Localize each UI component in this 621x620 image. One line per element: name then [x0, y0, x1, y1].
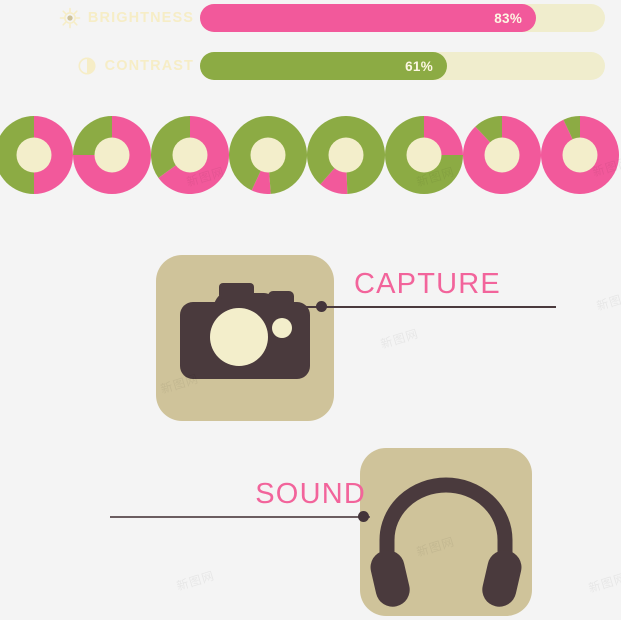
slider-row-contrast: CONTRAST 61% — [0, 50, 621, 82]
capture-callout-line — [306, 306, 556, 308]
capture-label: CAPTURE — [354, 268, 501, 300]
brightness-slider-fill[interactable]: 83% — [200, 4, 537, 32]
watermark: 新图网 — [594, 288, 621, 314]
watermark: 新图网 — [378, 326, 421, 352]
donut-4 — [229, 116, 307, 194]
donut-5 — [307, 115, 385, 194]
donut-8 — [541, 116, 619, 194]
brightness-label-group: BRIGHTNESS — [0, 7, 200, 29]
donut-6 — [385, 116, 463, 194]
capture-callout: CAPTURE — [306, 268, 556, 312]
sound-callout-line — [110, 516, 370, 518]
brightness-value: 83% — [494, 10, 523, 26]
contrast-slider-track[interactable]: 61% — [200, 52, 605, 80]
sound-callout-dot — [358, 511, 369, 522]
watermark: 新图网 — [174, 568, 217, 594]
sound-callout: SOUND — [110, 478, 370, 522]
contrast-label: CONTRAST — [104, 58, 194, 74]
brightness-slider-track[interactable]: 83% — [200, 4, 605, 32]
donut-7 — [463, 116, 541, 194]
slider-row-brightness: BRIGHTNESS 83% — [0, 2, 621, 34]
headphones-icon — [370, 477, 522, 607]
donut-1 — [0, 116, 73, 194]
donut-3 — [151, 116, 229, 194]
contrast-value: 61% — [405, 58, 434, 74]
contrast-label-group: CONTRAST — [0, 55, 200, 77]
watermark: 新图网 — [586, 570, 621, 596]
brightness-label: BRIGHTNESS — [87, 10, 194, 26]
contrast-icon — [78, 57, 96, 75]
sound-icon-card[interactable] — [360, 448, 532, 616]
sun-icon — [59, 7, 81, 29]
sound-label: SOUND — [255, 478, 366, 510]
infographic-canvas: BRIGHTNESS 83% CONTRAST 61% CAPTURE SOUN… — [0, 0, 621, 620]
donut-2 — [73, 116, 151, 194]
capture-callout-dot — [316, 301, 327, 312]
donut-chart-row — [0, 115, 621, 196]
contrast-slider-fill[interactable]: 61% — [200, 52, 448, 80]
